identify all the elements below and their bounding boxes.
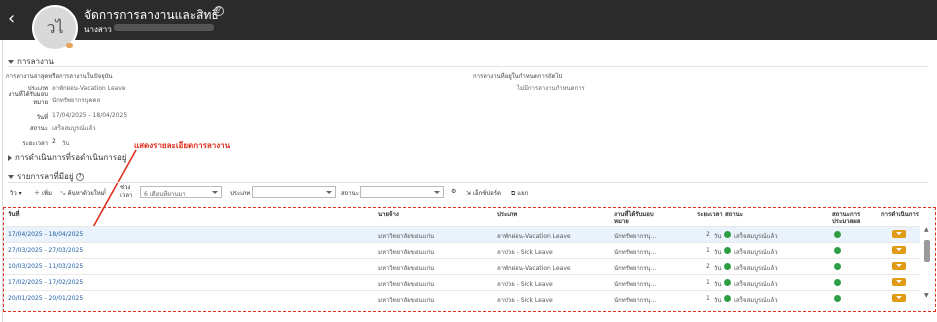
assignment-cell: นักทรัพยากรบุ...: [614, 249, 657, 256]
row-actions-button[interactable]: [892, 230, 906, 238]
scroll-up-icon[interactable]: ▲: [924, 226, 929, 233]
col-duration[interactable]: ระยะเวลา: [697, 211, 723, 218]
scroll-down-icon[interactable]: ▼: [924, 292, 929, 299]
status-cell: เสร็จสมบูรณ์แล้ว: [734, 265, 778, 272]
employer-cell: มหาวิทยาลัยขอนแก่น: [378, 281, 435, 288]
status-ok-icon: [724, 295, 731, 302]
status-cell: เสร็จสมบูรณ์แล้ว: [734, 233, 778, 240]
assignment-cell: นักทรัพยากรบุ...: [614, 297, 657, 304]
status-cell: เสร็จสมบูรณ์แล้ว: [734, 297, 778, 304]
approval-ok-icon: [834, 231, 841, 238]
approval-ok-icon: [834, 295, 841, 302]
duration-unit-cell: วัน: [714, 297, 722, 304]
query-by-example-button[interactable]: ⁼ₒ ค้นหาด้วยใหม่: [60, 188, 105, 198]
employer-cell: มหาวิทยาลัยขอนแก่น: [378, 249, 435, 256]
type-filter-select[interactable]: [252, 186, 336, 198]
col-approval-status[interactable]: สถานะการประมวลผล: [832, 211, 868, 225]
row-actions-button[interactable]: [892, 246, 906, 254]
type-filter-label: ประเภท: [230, 190, 251, 197]
duration-unit-cell: วัน: [714, 233, 722, 240]
detach-icon: ⧉: [511, 190, 516, 197]
plus-icon: ＋: [34, 190, 41, 197]
scrollbar-thumb[interactable]: [924, 240, 930, 262]
employer-cell: มหาวิทยาลัยขอนแก่น: [378, 265, 435, 272]
divider: [8, 182, 928, 183]
duration-cell: 2: [706, 263, 710, 270]
status-ok-icon: [724, 263, 731, 270]
duration-unit-cell: วัน: [714, 265, 722, 272]
export-button[interactable]: ⇲ เอ็กซ์ปอร์ต: [466, 188, 501, 198]
export-icon: ⇲: [466, 190, 472, 197]
col-actions: การดำเนินการ: [881, 211, 919, 218]
leave-date-link[interactable]: 17/02/2025 - 17/02/2025: [8, 279, 83, 286]
duration-cell: 1: [706, 279, 710, 286]
row-actions-button[interactable]: [892, 262, 906, 270]
duration-cell: 2: [706, 231, 710, 238]
employer-cell: มหาวิทยาลัยขอนแก่น: [378, 297, 435, 304]
col-status[interactable]: สถานะ: [725, 211, 743, 218]
duration-unit-cell: วัน: [714, 249, 722, 256]
assignment-cell: นักทรัพยากรบุ...: [614, 233, 657, 240]
row-actions-button[interactable]: [892, 278, 906, 286]
period-label: ช่วงเวลา: [120, 184, 133, 199]
col-date[interactable]: วันที่: [8, 211, 19, 218]
status-filter-select[interactable]: [360, 186, 444, 198]
divider-icon: |: [104, 188, 107, 195]
duration-cell: 1: [706, 295, 710, 302]
col-type[interactable]: ประเภท: [497, 211, 517, 218]
type-cell: ลาพักผ่อน-Vacation Leave: [497, 265, 571, 272]
approval-ok-icon: [834, 263, 841, 270]
status-ok-icon: [724, 247, 731, 254]
employer-cell: มหาวิทยาลัยขอนแก่น: [378, 233, 435, 240]
table-row[interactable]: 17/02/2025 - 17/02/2025 มหาวิทยาลัยขอนแก่…: [5, 274, 920, 290]
collapse-icon: [8, 174, 14, 179]
type-cell: ลาป่วย - Sick Leave: [497, 297, 553, 304]
leave-date-link[interactable]: 20/01/2025 - 20/01/2025: [8, 295, 83, 302]
period-select[interactable]: 6 เดือนที่ผ่านมา: [140, 186, 222, 198]
status-filter-label: สถานะ: [341, 190, 359, 197]
type-cell: ลาป่วย - Sick Leave: [497, 281, 553, 288]
table-row[interactable]: 17/04/2025 - 18/04/2025 มหาวิทยาลัยขอนแก่…: [5, 226, 920, 242]
col-assignment[interactable]: งานที่ได้รับมอบหมาย: [614, 211, 660, 225]
duration-unit-cell: วัน: [714, 281, 722, 288]
leave-list-title: รายการลาที่มีอยู่: [17, 172, 74, 181]
duration-cell: 1: [706, 247, 710, 254]
detach-button[interactable]: ⧉ แยก: [511, 188, 528, 198]
assignment-cell: นักทรัพยากรบุ...: [614, 281, 657, 288]
table-row[interactable]: 20/01/2025 - 20/01/2025 มหาวิทยาลัยขอนแก่…: [5, 290, 920, 306]
type-cell: ลาพักผ่อน-Vacation Leave: [497, 233, 571, 240]
col-employer[interactable]: นายจ้าง: [378, 211, 399, 218]
row-actions-button[interactable]: [892, 294, 906, 302]
assignment-cell: นักทรัพยากรบุ...: [614, 265, 657, 272]
table-row[interactable]: 10/03/2025 - 11/03/2025 มหาวิทยาลัยขอนแก่…: [5, 258, 920, 274]
table-scrollbar[interactable]: ▲ ▼: [924, 226, 930, 300]
add-button[interactable]: ＋ เพิ่ม: [34, 188, 52, 198]
type-cell: ลาป่วย - Sick Leave: [497, 249, 553, 256]
leave-date-link[interactable]: 10/03/2025 - 11/03/2025: [8, 263, 83, 270]
status-cell: เสร็จสมบูรณ์แล้ว: [734, 249, 778, 256]
approval-ok-icon: [834, 247, 841, 254]
leave-date-link[interactable]: 17/04/2025 - 18/04/2025: [8, 231, 83, 238]
leave-date-link[interactable]: 27/03/2025 - 27/03/2025: [8, 247, 83, 254]
settings-icon[interactable]: ⚙: [451, 188, 456, 195]
approval-ok-icon: [834, 279, 841, 286]
status-cell: เสร็จสมบูรณ์แล้ว: [734, 281, 778, 288]
help-icon[interactable]: ?: [76, 172, 85, 181]
status-ok-icon: [724, 279, 731, 286]
view-menu[interactable]: วิว ▾: [10, 188, 22, 198]
table-row[interactable]: 27/03/2025 - 27/03/2025 มหาวิทยาลัยขอนแก่…: [5, 242, 920, 258]
filter-icon: ⁼ₒ: [60, 190, 66, 197]
status-ok-icon: [724, 231, 731, 238]
